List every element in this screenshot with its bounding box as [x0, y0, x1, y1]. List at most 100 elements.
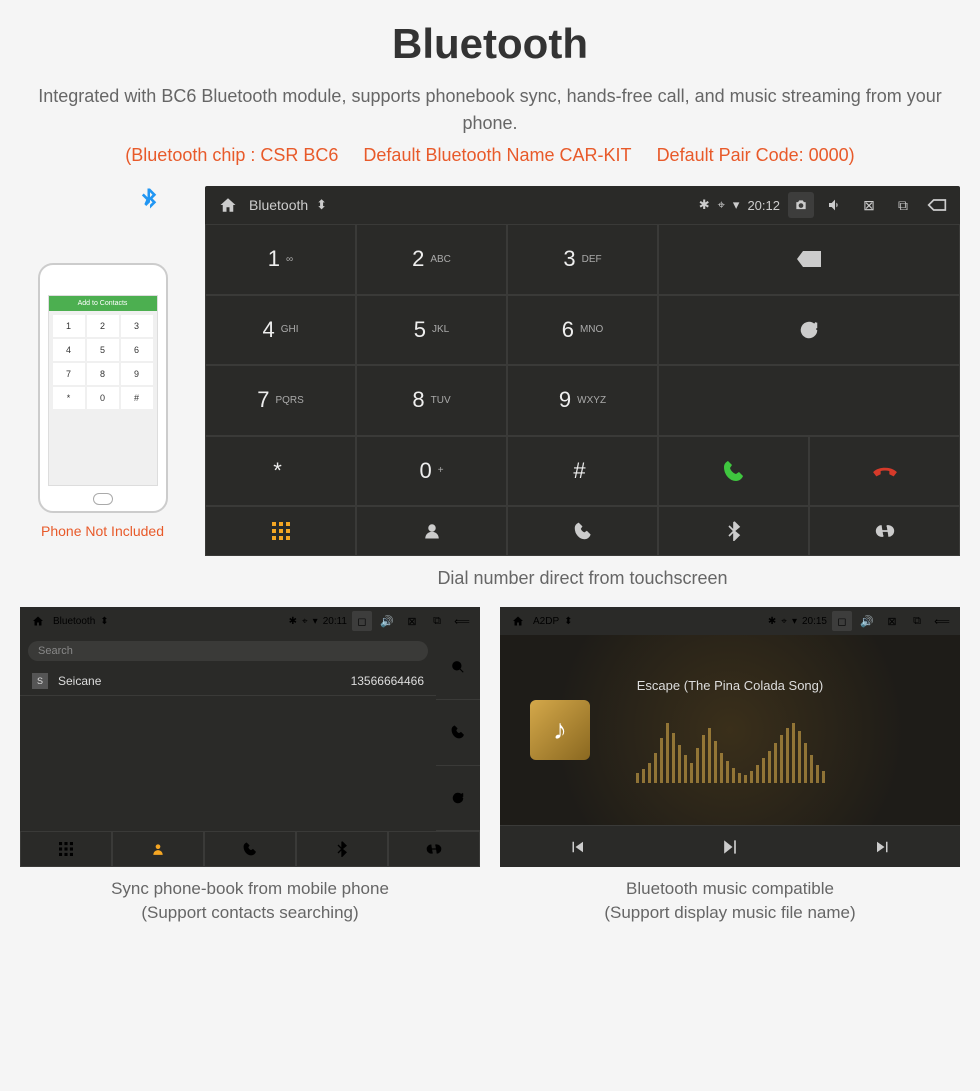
bluetooth-icon: ✱: [768, 616, 776, 627]
home-icon[interactable]: [28, 611, 48, 631]
dial-key-6[interactable]: 6MNO: [507, 295, 658, 366]
dial-key-8[interactable]: 8TUV: [356, 365, 507, 436]
status-title: Bluetooth: [249, 197, 308, 213]
nav-bluetooth[interactable]: [658, 506, 809, 556]
back-icon[interactable]: ⟸: [452, 611, 472, 631]
contacts-device: Bluetooth ⬍ ✱ ⌖ ▾ 20:11 ◻ 🔊 ⊠ ⧉ ⟸ Search: [20, 607, 480, 867]
location-icon: ⌖: [302, 616, 308, 627]
dial-key-0[interactable]: 0+: [356, 436, 507, 507]
dial-key-3[interactable]: 3DEF: [507, 224, 658, 295]
dial-key-5[interactable]: 5JKL: [356, 295, 507, 366]
spec-code: Default Pair Code: 0000): [657, 145, 855, 165]
wifi-icon: ▾: [313, 616, 318, 627]
song-title: Escape (The Pina Colada Song): [637, 678, 823, 693]
hangup-button[interactable]: [809, 436, 960, 507]
phone-key: #: [121, 387, 153, 409]
phone-key: 6: [121, 339, 153, 361]
contacts-status-bar: Bluetooth ⬍ ✱ ⌖ ▾ 20:11 ◻ 🔊 ⊠ ⧉ ⟸: [20, 607, 480, 635]
recent-icon[interactable]: ⧉: [427, 611, 447, 631]
phone-key: 7: [53, 363, 85, 385]
contacts-caption: Sync phone-book from mobile phone(Suppor…: [20, 877, 480, 925]
spec-line: (Bluetooth chip : CSR BC6 Default Blueto…: [20, 145, 960, 166]
nav-pair[interactable]: [388, 831, 480, 867]
contact-row[interactable]: SSeicane13566664466: [20, 667, 436, 696]
clock: 20:15: [802, 616, 827, 627]
wifi-icon: ▾: [733, 197, 740, 213]
phone-key: 0: [87, 387, 119, 409]
usb-icon: ⬍: [316, 197, 327, 213]
music-status-bar: A2DP ⬍ ✱ ⌖ ▾ 20:15 ◻ 🔊 ⊠ ⧉ ⟸: [500, 607, 960, 635]
side-refresh[interactable]: [436, 766, 480, 831]
dial-key-2[interactable]: 2ABC: [356, 224, 507, 295]
phone-caption: Phone Not Included: [20, 523, 185, 539]
side-call[interactable]: [436, 700, 480, 765]
recent-icon[interactable]: ⧉: [890, 192, 916, 218]
usb-icon: ⬍: [100, 616, 108, 627]
visualizer: [636, 723, 825, 783]
dial-key-4[interactable]: 4GHI: [205, 295, 356, 366]
nav-recent[interactable]: [507, 506, 658, 556]
phone-add-contacts: Add to Contacts: [49, 296, 157, 311]
dial-key-9[interactable]: 9WXYZ: [507, 365, 658, 436]
dialer-caption: Dial number direct from touchscreen: [205, 568, 960, 589]
contacts-title: Bluetooth: [53, 616, 95, 627]
call-button[interactable]: [658, 436, 809, 507]
nav-keypad[interactable]: [20, 831, 112, 867]
phone-illustration: Add to Contacts 123456789*0# Phone Not I…: [20, 186, 185, 539]
nav-contacts[interactable]: [356, 506, 507, 556]
dial-key-1[interactable]: 1∞: [205, 224, 356, 295]
spec-name: Default Bluetooth Name CAR-KIT: [363, 145, 631, 165]
phone-key: 4: [53, 339, 85, 361]
recent-icon[interactable]: ⧉: [907, 611, 927, 631]
home-icon[interactable]: [508, 611, 528, 631]
usb-icon: ⬍: [564, 616, 572, 627]
back-icon[interactable]: [924, 192, 950, 218]
volume-icon[interactable]: [822, 192, 848, 218]
close-icon[interactable]: ⊠: [856, 192, 882, 218]
camera-icon[interactable]: ◻: [832, 611, 852, 631]
page-title: Bluetooth: [20, 20, 960, 68]
nav-recent[interactable]: [204, 831, 296, 867]
dial-key-7[interactable]: 7PQRS: [205, 365, 356, 436]
music-caption: Bluetooth music compatible(Support displ…: [500, 877, 960, 925]
bluetooth-icon: ✱: [699, 197, 710, 213]
page-description: Integrated with BC6 Bluetooth module, su…: [20, 83, 960, 137]
clock: 20:12: [747, 198, 780, 213]
phone-key: 8: [87, 363, 119, 385]
spec-chip: (Bluetooth chip : CSR BC6: [125, 145, 338, 165]
status-bar: Bluetooth ⬍ ✱ ⌖ ▾ 20:12 ⊠ ⧉: [205, 186, 960, 224]
phone-key: 9: [121, 363, 153, 385]
search-input[interactable]: Search: [28, 641, 428, 661]
camera-icon[interactable]: ◻: [352, 611, 372, 631]
close-icon[interactable]: ⊠: [402, 611, 422, 631]
dialer-device: Bluetooth ⬍ ✱ ⌖ ▾ 20:12 ⊠ ⧉ 1∞2ABC3DEF 4G…: [205, 186, 960, 556]
empty-action: [658, 365, 960, 436]
nav-keypad[interactable]: [205, 506, 356, 556]
camera-icon[interactable]: [788, 192, 814, 218]
phone-key: 2: [87, 315, 119, 337]
music-device: A2DP ⬍ ✱ ⌖ ▾ 20:15 ◻ 🔊 ⊠ ⧉ ⟸ ♪ Escape (T…: [500, 607, 960, 867]
next-button[interactable]: [807, 825, 960, 867]
dial-key-#[interactable]: #: [507, 436, 658, 507]
nav-pair[interactable]: [809, 506, 960, 556]
nav-contacts[interactable]: [112, 831, 204, 867]
location-icon: ⌖: [781, 616, 787, 627]
volume-icon[interactable]: 🔊: [857, 611, 877, 631]
prev-button[interactable]: [500, 825, 653, 867]
location-icon: ⌖: [718, 197, 725, 213]
nav-bluetooth[interactable]: [296, 831, 388, 867]
clock: 20:11: [323, 616, 347, 627]
close-icon[interactable]: ⊠: [882, 611, 902, 631]
music-note-icon: ♪: [530, 700, 590, 760]
volume-icon[interactable]: 🔊: [377, 611, 397, 631]
side-search[interactable]: [436, 635, 480, 700]
back-icon[interactable]: ⟸: [932, 611, 952, 631]
dial-key-*[interactable]: *: [205, 436, 356, 507]
play-pause-button[interactable]: [653, 825, 806, 867]
backspace-button[interactable]: [658, 224, 960, 295]
refresh-button[interactable]: [658, 295, 960, 366]
bluetooth-wave-icon: [20, 186, 185, 223]
phone-key: 5: [87, 339, 119, 361]
home-icon[interactable]: [215, 192, 241, 218]
wifi-icon: ▾: [792, 616, 797, 627]
